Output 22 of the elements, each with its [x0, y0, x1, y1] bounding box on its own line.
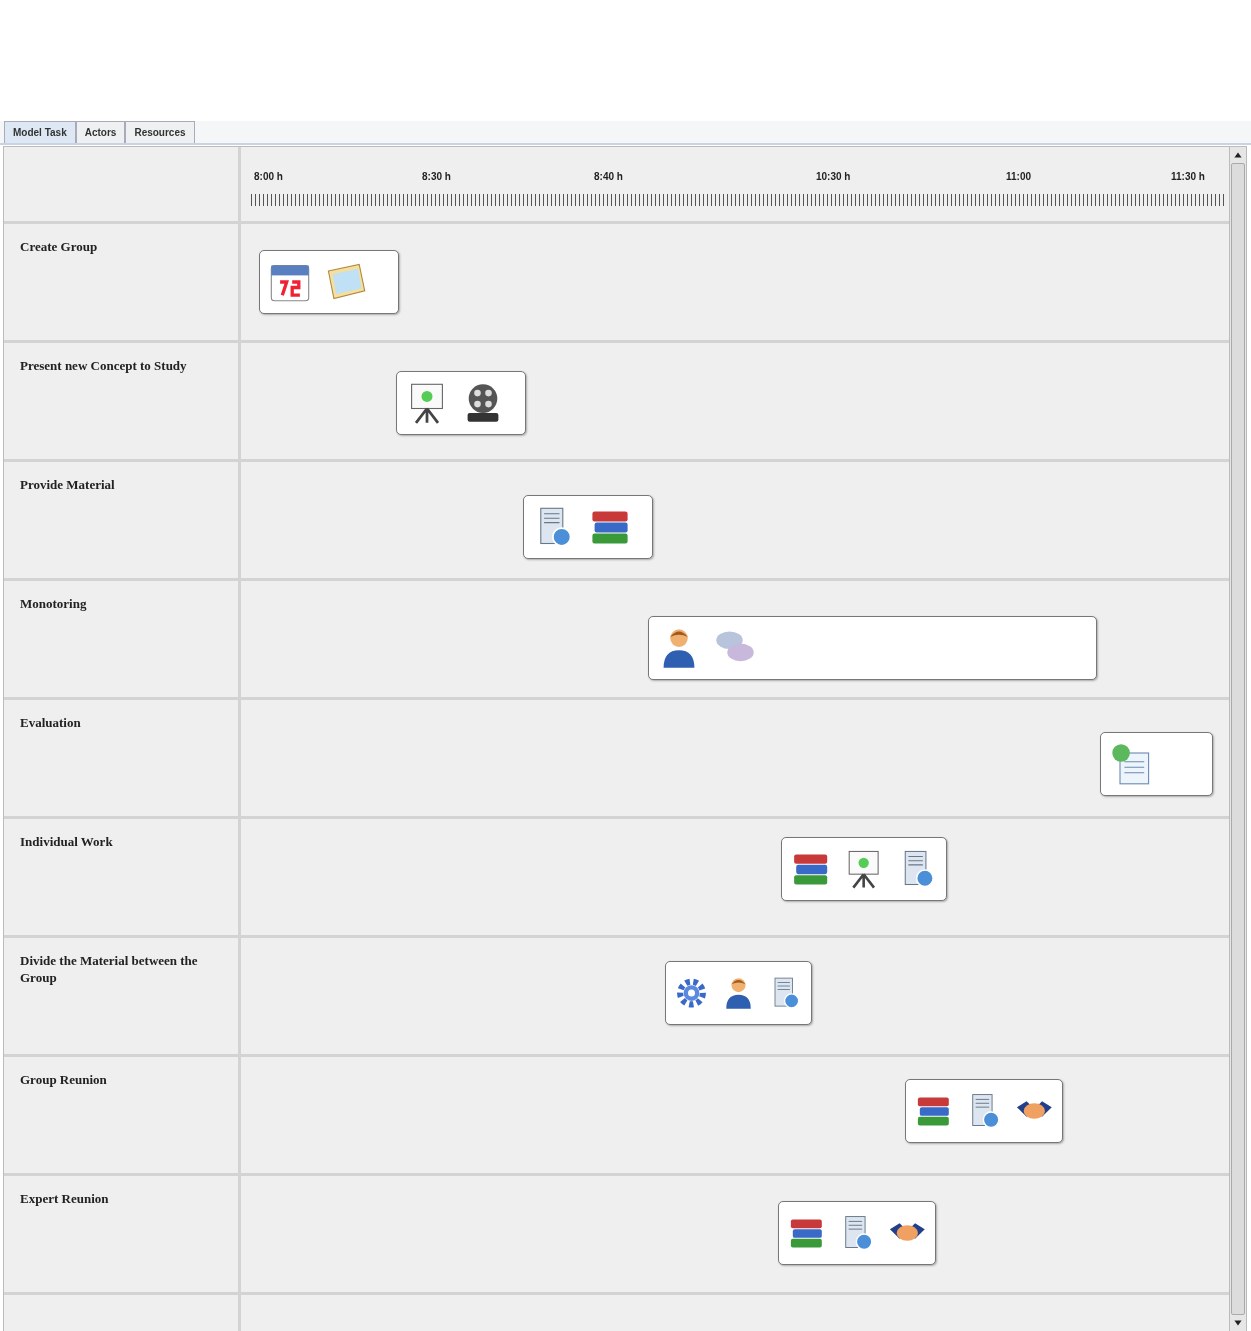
tab[interactable]: Model Task: [4, 121, 76, 143]
task-name: Divide the Material between the Group: [20, 952, 199, 986]
time-label: 11:00: [1006, 171, 1032, 182]
task-name: Individual Work: [20, 833, 114, 850]
time-label: 10:30 h: [816, 171, 851, 182]
task-name: Present new Concept to Study: [20, 357, 188, 374]
task-name: Evaluation: [20, 714, 82, 731]
task-bar[interactable]: [665, 961, 812, 1025]
task-name: Create Group: [20, 238, 99, 255]
task-name: Monotoring: [20, 595, 88, 612]
task-name: Provide Material: [20, 476, 116, 493]
task-bar[interactable]: [396, 371, 526, 435]
vertical-scrollbar[interactable]: [1229, 147, 1246, 1331]
time-label: 11:30 h: [1171, 171, 1205, 182]
task-name: Group Reunion: [20, 1071, 108, 1088]
time-label: 8:40 h: [594, 171, 623, 182]
time-label: 8:00 h: [254, 171, 283, 182]
tab[interactable]: Actors: [75, 121, 126, 143]
time-label: 8:30 h: [422, 171, 451, 182]
scroll-thumb[interactable]: [1231, 163, 1245, 1315]
tab[interactable]: Resources: [125, 121, 195, 143]
task-name: Expert Reunion: [20, 1190, 110, 1207]
